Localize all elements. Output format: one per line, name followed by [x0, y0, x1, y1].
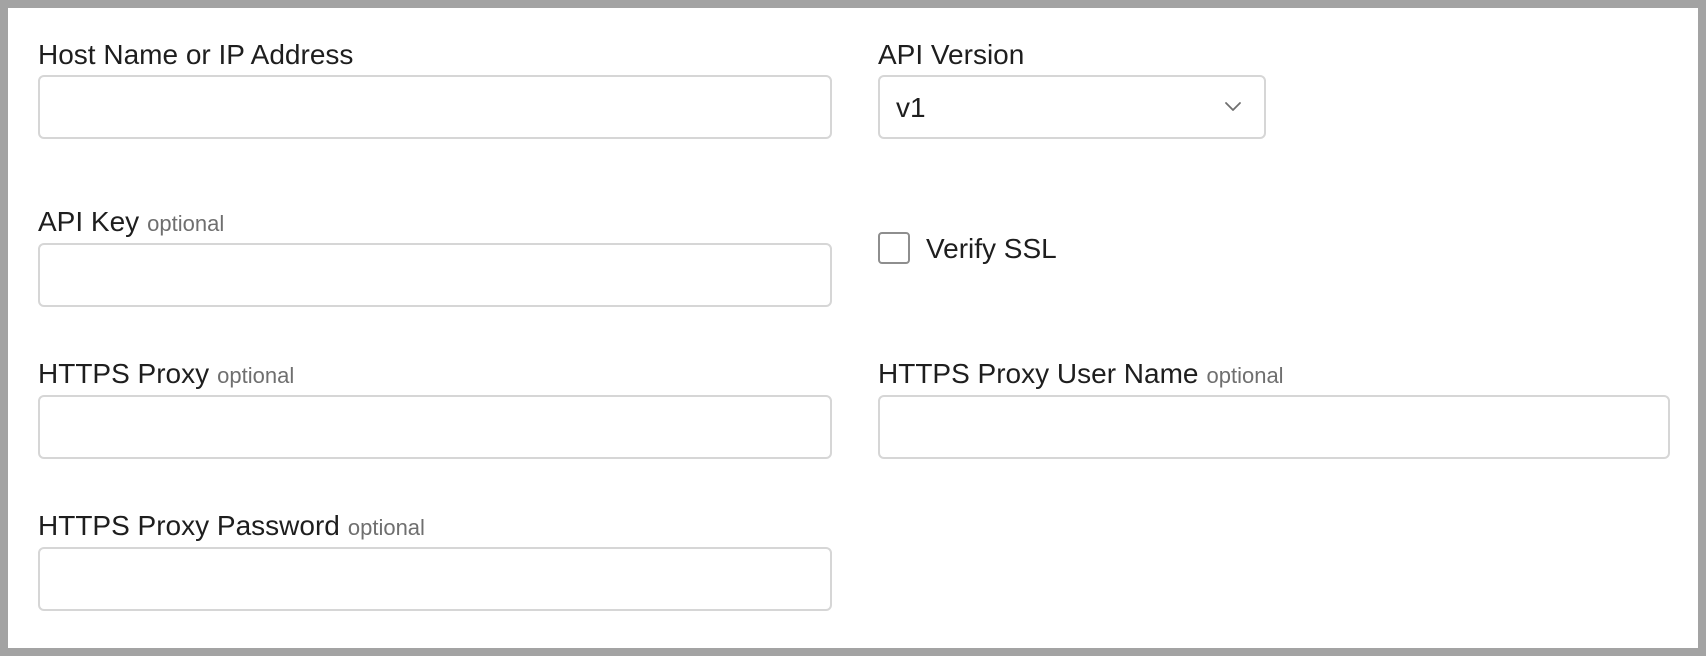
https-proxy-user-label: HTTPS Proxy User Name optional — [878, 357, 1284, 393]
api-version-label: API Version — [878, 38, 1024, 72]
https-proxy-user-label-text: HTTPS Proxy User Name — [878, 358, 1199, 389]
verify-ssl-checkbox[interactable] — [878, 232, 910, 264]
host-field-box — [38, 75, 832, 139]
https-proxy-input[interactable] — [40, 397, 830, 457]
https-proxy-password-label-text: HTTPS Proxy Password — [38, 510, 340, 541]
optional-tag: optional — [1206, 363, 1284, 388]
https-proxy-password-input[interactable] — [40, 549, 830, 609]
api-key-field-box — [38, 243, 832, 307]
chevron-down-icon — [1225, 102, 1241, 111]
verify-ssl-label[interactable]: Verify SSL — [926, 232, 1057, 266]
https-proxy-user-input[interactable] — [880, 397, 1668, 457]
https-proxy-label: HTTPS Proxy optional — [38, 357, 294, 393]
api-key-input[interactable] — [40, 245, 830, 305]
api-key-label: API Key optional — [38, 205, 224, 241]
host-label-text: Host Name or IP Address — [38, 39, 354, 70]
api-version-label-text: API Version — [878, 39, 1025, 70]
host-input[interactable] — [40, 77, 830, 137]
optional-tag: optional — [217, 363, 295, 388]
host-label: Host Name or IP Address — [38, 38, 353, 72]
optional-tag: optional — [147, 211, 225, 236]
https-proxy-password-label: HTTPS Proxy Password optional — [38, 509, 425, 545]
api-version-selected-value: v1 — [896, 92, 926, 123]
https-proxy-password-field-box — [38, 547, 832, 611]
settings-form: Host Name or IP Address API Version v1 A… — [8, 8, 1698, 648]
https-proxy-label-text: HTTPS Proxy — [38, 358, 210, 389]
api-version-select[interactable]: v1 — [878, 75, 1266, 139]
optional-tag: optional — [347, 515, 425, 540]
https-proxy-field-box — [38, 395, 832, 459]
https-proxy-user-field-box — [878, 395, 1670, 459]
api-key-label-text: API Key — [38, 206, 140, 237]
